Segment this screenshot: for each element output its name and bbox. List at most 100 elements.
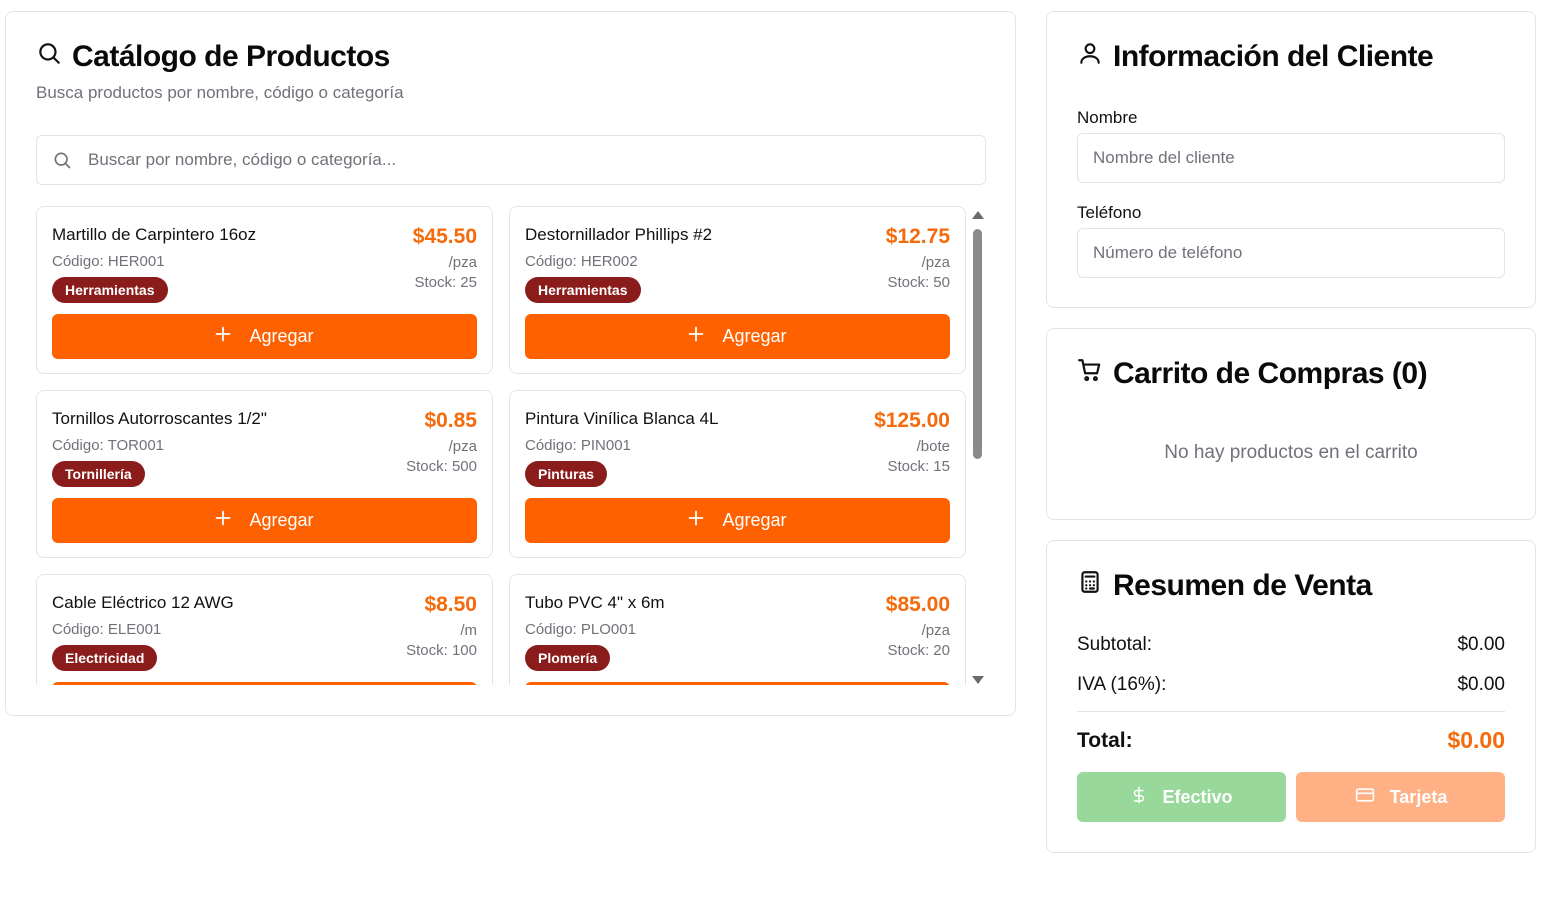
sale-summary-panel: Resumen de Venta Subtotal: $0.00 IVA (16…	[1046, 540, 1536, 853]
product-price: $0.85	[424, 409, 477, 432]
shopping-cart-panel: Carrito de Compras (0) No hay productos …	[1046, 328, 1536, 520]
client-name-label: Nombre	[1077, 108, 1138, 127]
product-code: Código: HER002	[525, 253, 638, 270]
category-badge: Herramientas	[525, 277, 641, 303]
calculator-icon	[1077, 569, 1103, 603]
product-name: Pintura Vinílica Blanca 4L	[525, 409, 719, 428]
add-to-cart-button[interactable]: Agregar	[525, 682, 950, 685]
client-name-field[interactable]	[1077, 133, 1505, 183]
product-card: Destornillador Phillips #2 Código: HER002…	[509, 206, 966, 374]
client-phone-input[interactable]	[1093, 243, 1493, 263]
plus-icon	[688, 510, 704, 531]
catalog-subtitle: Busca productos por nombre, código o cat…	[36, 83, 404, 102]
category-badge: Herramientas	[52, 277, 168, 303]
product-card: Cable Eléctrico 12 AWG Código: ELE001 Elec…	[36, 574, 493, 685]
iva-label: IVA (16%):	[1077, 674, 1167, 695]
add-to-cart-button[interactable]: Agregar	[52, 498, 477, 543]
product-price: $45.50	[412, 225, 477, 248]
product-code: Código: ELE001	[52, 621, 162, 638]
client-name-input[interactable]	[1093, 148, 1493, 168]
credit-card-icon	[1354, 785, 1376, 810]
product-stock: Stock: 15	[887, 458, 950, 475]
client-phone-field[interactable]	[1077, 228, 1505, 278]
pay-cash-button[interactable]: Efectivo	[1077, 772, 1286, 822]
add-to-cart-button[interactable]: Agregar	[525, 314, 950, 359]
total-row: Total: $0.00	[1077, 727, 1505, 754]
product-code: Código: HER001	[52, 253, 165, 270]
add-to-cart-button[interactable]: Agregar	[52, 314, 477, 359]
product-search-box[interactable]	[36, 135, 986, 185]
summary-title: Resumen de Venta	[1077, 569, 1372, 603]
product-code: Código: PLO001	[525, 621, 636, 638]
product-price: $12.75	[885, 225, 950, 248]
plus-icon	[688, 326, 704, 347]
product-name: Tornillos Autorroscantes 1/2"	[52, 409, 267, 428]
product-name: Cable Eléctrico 12 AWG	[52, 593, 234, 612]
add-to-cart-label: Agregar	[249, 326, 314, 346]
category-badge: Pinturas	[525, 461, 608, 487]
product-code: Código: TOR001	[52, 437, 165, 454]
product-stock: Stock: 500	[406, 458, 477, 475]
product-name: Destornillador Phillips #2	[525, 225, 713, 244]
plus-icon	[215, 326, 231, 347]
client-info-panel: Información del Cliente Nombre Teléfono	[1046, 11, 1536, 308]
product-stock: Stock: 20	[887, 642, 950, 659]
client-phone-label: Teléfono	[1077, 203, 1142, 222]
product-unit: /pza	[448, 254, 477, 271]
search-icon	[36, 40, 62, 74]
client-title: Información del Cliente	[1077, 40, 1434, 74]
product-catalog-panel: Catálogo de Productos Busca productos po…	[5, 11, 1016, 716]
scrollbar-thumb[interactable]	[973, 229, 982, 459]
shopping-cart-icon	[1077, 357, 1103, 391]
category-badge: Tornillería	[52, 461, 145, 487]
subtotal-value: $0.00	[1457, 634, 1505, 655]
product-card: Tornillos Autorroscantes 1/2" Código: TOR…	[36, 390, 493, 558]
product-code: Código: PIN001	[525, 437, 631, 454]
product-price: $125.00	[874, 409, 950, 432]
add-to-cart-button[interactable]: Agregar	[525, 498, 950, 543]
add-to-cart-label: Agregar	[722, 510, 787, 530]
subtotal-row: Subtotal: $0.00	[1077, 634, 1505, 656]
catalog-title: Catálogo de Productos	[36, 40, 390, 74]
product-unit: /bote	[916, 438, 950, 455]
pay-card-label: Tarjeta	[1389, 786, 1448, 807]
product-search-input[interactable]	[88, 150, 938, 170]
product-card: Martillo de Carpintero 16oz Código: HER00…	[36, 206, 493, 374]
summary-divider	[1077, 711, 1505, 712]
product-grid-scrollbar[interactable]	[971, 209, 985, 684]
product-stock: Stock: 100	[406, 642, 477, 659]
product-price: $8.50	[424, 593, 477, 616]
cart-title: Carrito de Compras (0)	[1077, 357, 1428, 391]
product-unit: /m	[460, 622, 477, 639]
product-name: Tubo PVC 4" x 6m	[525, 593, 665, 612]
pay-card-button[interactable]: Tarjeta	[1296, 772, 1505, 822]
total-value: $0.00	[1447, 727, 1505, 753]
user-icon	[1077, 40, 1103, 74]
scroll-up-arrow-icon[interactable]	[972, 211, 984, 219]
product-card: Pintura Vinílica Blanca 4L Código: PIN001…	[509, 390, 966, 558]
product-price: $85.00	[885, 593, 950, 616]
product-stock: Stock: 25	[414, 274, 477, 291]
iva-row: IVA (16%): $0.00	[1077, 674, 1505, 696]
pay-cash-label: Efectivo	[1162, 786, 1233, 807]
iva-value: $0.00	[1457, 674, 1505, 695]
scroll-down-arrow-icon[interactable]	[972, 676, 984, 684]
search-icon	[52, 150, 72, 170]
product-card: Tubo PVC 4" x 6m Código: PLO001 Plomería $8…	[509, 574, 966, 685]
add-to-cart-label: Agregar	[249, 510, 314, 530]
product-unit: /pza	[921, 622, 950, 639]
subtotal-label: Subtotal:	[1077, 634, 1152, 655]
add-to-cart-label: Agregar	[722, 326, 787, 346]
plus-icon	[215, 510, 231, 531]
total-label: Total:	[1077, 728, 1133, 752]
category-badge: Electricidad	[52, 645, 158, 671]
product-grid: Martillo de Carpintero 16oz Código: HER00…	[36, 206, 966, 685]
product-unit: /pza	[921, 254, 950, 271]
product-stock: Stock: 50	[887, 274, 950, 291]
product-name: Martillo de Carpintero 16oz	[52, 225, 257, 244]
category-badge: Plomería	[525, 645, 611, 671]
product-unit: /pza	[448, 438, 477, 455]
add-to-cart-button[interactable]: Agregar	[52, 682, 477, 685]
dollar-icon	[1130, 785, 1148, 810]
cart-empty-message: No hay productos en el carrito	[1164, 442, 1418, 463]
